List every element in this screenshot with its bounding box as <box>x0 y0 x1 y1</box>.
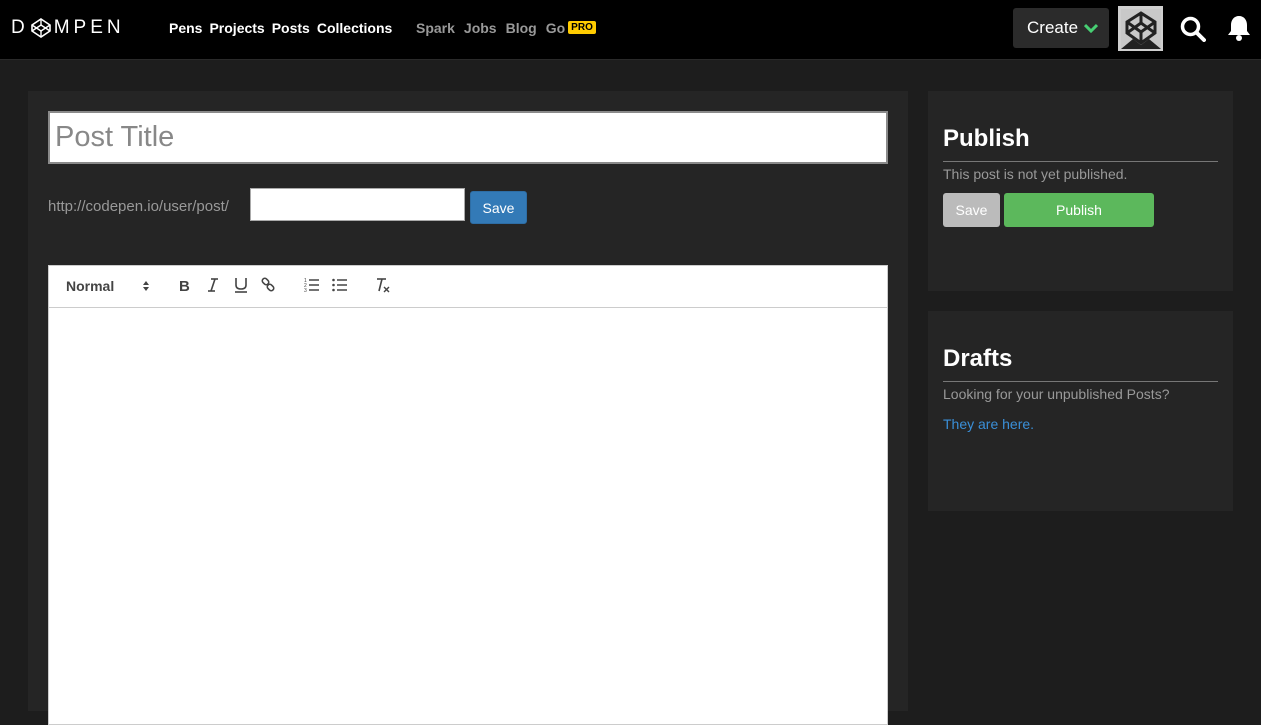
drafts-divider <box>943 381 1218 382</box>
editor-content-area[interactable] <box>49 308 887 708</box>
bullet-list-icon[interactable] <box>332 277 348 293</box>
bold-icon[interactable]: B <box>178 277 192 293</box>
chevron-down-icon <box>1084 23 1099 33</box>
nav-go[interactable]: Go <box>546 20 565 36</box>
avatar-logo-icon <box>1120 8 1161 49</box>
drafts-prompt: Looking for your unpublished Posts? <box>943 386 1170 402</box>
search-icon[interactable] <box>1180 16 1206 42</box>
publish-panel: Publish This post is not yet published. … <box>928 91 1233 291</box>
codepen-cube-icon <box>30 18 51 38</box>
post-editor-panel: http://codepen.io/user/post/ Save Normal… <box>28 91 908 725</box>
nav-jobs[interactable]: Jobs <box>464 20 497 36</box>
nav-projects[interactable]: Projects <box>209 20 264 36</box>
codepen-logo[interactable]: D MPEN <box>11 16 125 40</box>
publish-divider <box>943 161 1218 162</box>
publish-button[interactable]: Publish <box>1004 193 1154 227</box>
secondary-nav: Spark Jobs Blog Go PRO <box>416 20 596 36</box>
slug-save-button[interactable]: Save <box>470 191 527 224</box>
clear-format-icon[interactable] <box>375 277 391 293</box>
nav-posts[interactable]: Posts <box>272 20 310 36</box>
rich-text-editor: Normal B 1 2 3 <box>48 265 888 725</box>
nav-blog[interactable]: Blog <box>506 20 537 36</box>
pro-badge[interactable]: PRO <box>568 20 596 34</box>
drafts-panel: Drafts Looking for your unpublished Post… <box>928 311 1233 511</box>
publish-status: This post is not yet published. <box>943 166 1128 182</box>
link-icon[interactable] <box>261 277 276 293</box>
publish-title: Publish <box>943 125 1030 152</box>
drafts-link[interactable]: They are here. <box>943 416 1034 432</box>
logo-text-right: MPEN <box>53 17 125 38</box>
top-navbar: D MPEN Pens Projects Posts Collections S… <box>0 0 1261 60</box>
avatar[interactable] <box>1118 6 1163 51</box>
post-slug-input[interactable] <box>250 188 465 221</box>
nav-collections[interactable]: Collections <box>317 20 392 36</box>
italic-icon[interactable] <box>207 277 219 293</box>
create-button[interactable]: Create <box>1013 8 1109 48</box>
editor-toolbar: Normal B 1 2 3 <box>49 266 887 308</box>
nav-spark[interactable]: Spark <box>416 20 455 36</box>
create-label: Create <box>1027 18 1079 37</box>
url-prefix: http://codepen.io/user/post/ <box>48 198 229 215</box>
format-select[interactable]: Normal <box>66 278 114 294</box>
svg-text:3: 3 <box>304 288 307 293</box>
logo-text-left: D <box>11 17 29 38</box>
save-draft-button[interactable]: Save <box>943 193 1000 227</box>
ordered-list-icon[interactable]: 1 2 3 <box>304 277 320 293</box>
drafts-title: Drafts <box>943 345 1013 372</box>
underline-icon[interactable] <box>234 277 248 293</box>
select-arrows-icon[interactable] <box>141 279 151 293</box>
post-title-input[interactable] <box>48 111 888 164</box>
nav-pens[interactable]: Pens <box>169 20 202 36</box>
svg-text:B: B <box>179 278 190 293</box>
main-nav: Pens Projects Posts Collections <box>169 20 399 36</box>
bell-icon[interactable] <box>1226 14 1252 42</box>
